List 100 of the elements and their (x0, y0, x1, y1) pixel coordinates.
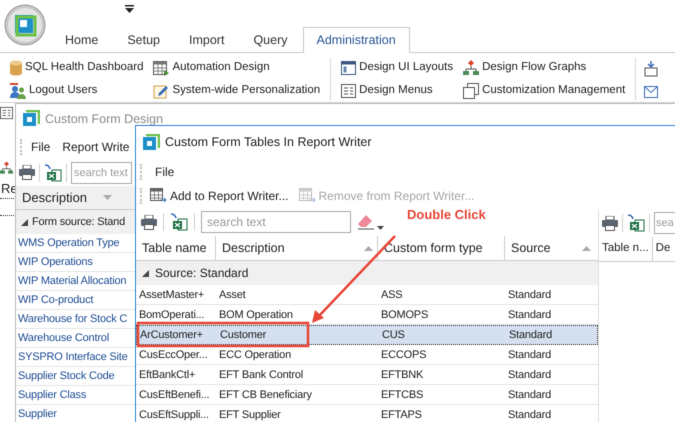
import-icon[interactable] (644, 61, 658, 77)
search-field[interactable]: search text (201, 211, 351, 233)
ribbon-command[interactable]: SQL Health Dashboard (8, 58, 146, 77)
sort-icon (582, 246, 591, 250)
ribbon-command[interactable]: Logout Users (8, 81, 146, 100)
table-cell: Standard (508, 308, 552, 321)
table-cell: ASS (381, 288, 402, 301)
window-title: Custom Form Tables In Report Writer (165, 134, 372, 152)
table-icon (150, 188, 167, 204)
ribbon-tab[interactable]: Administration (302, 27, 410, 53)
ribbon-tab[interactable]: Home (51, 27, 112, 53)
mail-icon[interactable] (644, 86, 658, 98)
app-icon (142, 134, 160, 152)
print-icon[interactable] (141, 214, 157, 230)
list-item[interactable]: Warehouse for Stock C (18, 310, 128, 328)
table-cell: EFTBNK (381, 368, 424, 381)
ribbon-command[interactable]: Customization Management (461, 81, 628, 100)
table-cell: BOM Operation (219, 308, 293, 321)
table-cell: EftBankCtl+ (139, 368, 196, 381)
caret-icon (377, 226, 384, 230)
column-header[interactable]: Source (505, 236, 595, 260)
clear-button[interactable] (357, 214, 384, 230)
table-cell: Standard (508, 368, 552, 381)
ribbon-tab[interactable]: Setup (113, 27, 174, 53)
list-item[interactable]: Warehouse Control (18, 330, 109, 346)
users-icon (10, 82, 26, 98)
table-row[interactable]: EftBankCtl+ EFT Bank Control EFTBNK Standard (136, 365, 598, 385)
column-header[interactable]: Table name (136, 236, 216, 260)
ribbon-command[interactable]: System-wide Personalization (151, 81, 322, 100)
table-cell: EFTCBS (381, 388, 424, 401)
table-row[interactable]: CusEccOper... ECC Operation ECCOPS Standard (136, 345, 598, 365)
app-icon (22, 110, 40, 128)
table-cell: ECCOPS (381, 348, 426, 361)
dropdown-icon[interactable] (125, 5, 134, 13)
table-cell: BOMOPS (381, 308, 428, 321)
list-item[interactable]: Supplier (18, 406, 57, 422)
table-cell: CusEftSuppli... (139, 408, 209, 421)
panel-icon (341, 84, 356, 98)
list-item[interactable]: WMS Operation Type (18, 234, 120, 252)
ribbon-command[interactable]: Design UI Layouts (339, 58, 456, 77)
table-cell: Standard (508, 388, 552, 401)
list-item[interactable]: WIP Material Allocation (18, 272, 126, 290)
table-row[interactable]: CusEftBenefi... EFT CB Beneficiary EFTCBS Standard (136, 385, 598, 405)
table-cell: CUS (382, 328, 405, 341)
table-cell: Asset (219, 288, 246, 301)
ribbon-tab[interactable]: Query (239, 27, 302, 53)
table-cell: CusEftBenefi... (139, 388, 210, 401)
menu-item[interactable]: Report Write (58, 136, 134, 158)
table-row[interactable]: ArCustomer+ Customer CUS Standard (136, 325, 598, 345)
ribbon-command[interactable]: Design Flow Graphs (461, 58, 628, 77)
edit-icon (153, 82, 170, 98)
table-cell: Standard (509, 328, 552, 341)
sort-icon (364, 246, 373, 250)
spreadsheet-icon[interactable] (627, 214, 645, 232)
list-item[interactable]: WIP Operations (18, 254, 93, 270)
list-item[interactable]: Supplier Class (18, 386, 86, 404)
flowchart-icon[interactable] (0, 160, 13, 176)
layout-icon (341, 60, 356, 74)
menu-item[interactable]: File (147, 160, 182, 182)
eraser-icon (357, 214, 375, 230)
search-field[interactable]: sea (654, 212, 675, 234)
column-header[interactable]: Table n... (599, 237, 653, 261)
table-cell: EFTAPS (381, 408, 422, 421)
flowchart-icon (463, 60, 480, 76)
list-item[interactable]: Supplier Stock Code (18, 368, 114, 384)
ribbon-command[interactable]: Automation Design (151, 58, 322, 77)
spreadsheet-icon[interactable] (44, 164, 62, 182)
group-row[interactable]: Source: Standard (136, 261, 598, 285)
list-item[interactable]: WIP Co-product (18, 292, 94, 308)
table-cell: CusEccOper... (139, 348, 208, 361)
table-cell: ArCustomer+ (140, 328, 203, 341)
ribbon-tab[interactable]: Import (175, 27, 238, 53)
table-row[interactable]: AssetMaster+ Asset ASS Standard (136, 285, 598, 305)
table-icon (298, 188, 316, 204)
table-cell: EFT Bank Control (219, 368, 304, 381)
table-cell: Customer (220, 328, 266, 341)
print-icon[interactable] (602, 216, 618, 230)
column-header[interactable]: Description (216, 236, 378, 260)
toolbar-button[interactable]: Add to Report Writer... (147, 187, 292, 205)
table-cell: BomOperati... (139, 308, 204, 321)
table-cell: EFT Supplier (219, 408, 281, 421)
table-row[interactable]: CusEftSuppli... EFT Supplier EFTAPS Standard (136, 405, 598, 422)
window-title: Custom Form Design (45, 110, 164, 128)
annotation-label: Double Click (407, 206, 486, 224)
sort-icon (103, 195, 112, 200)
search-field[interactable]: search text (71, 162, 132, 184)
table-cell: Standard (508, 348, 552, 361)
ribbon-command[interactable]: Design Menus (339, 81, 456, 100)
table-cell: EFT CB Beneficiary (219, 388, 312, 401)
windows-icon (463, 82, 480, 98)
group-row[interactable]: Form source: Stand (16, 210, 135, 234)
print-icon[interactable] (19, 165, 35, 180)
spreadsheet-icon[interactable] (170, 213, 188, 231)
app-logo[interactable] (4, 4, 46, 46)
panel-icon[interactable] (0, 106, 13, 120)
menu-item[interactable]: File (27, 136, 54, 158)
table-cell: Standard (508, 288, 552, 301)
column-header[interactable]: De (652, 237, 674, 261)
list-item[interactable]: SYSPRO Interface Site (18, 348, 128, 366)
expand-icon (142, 270, 149, 276)
